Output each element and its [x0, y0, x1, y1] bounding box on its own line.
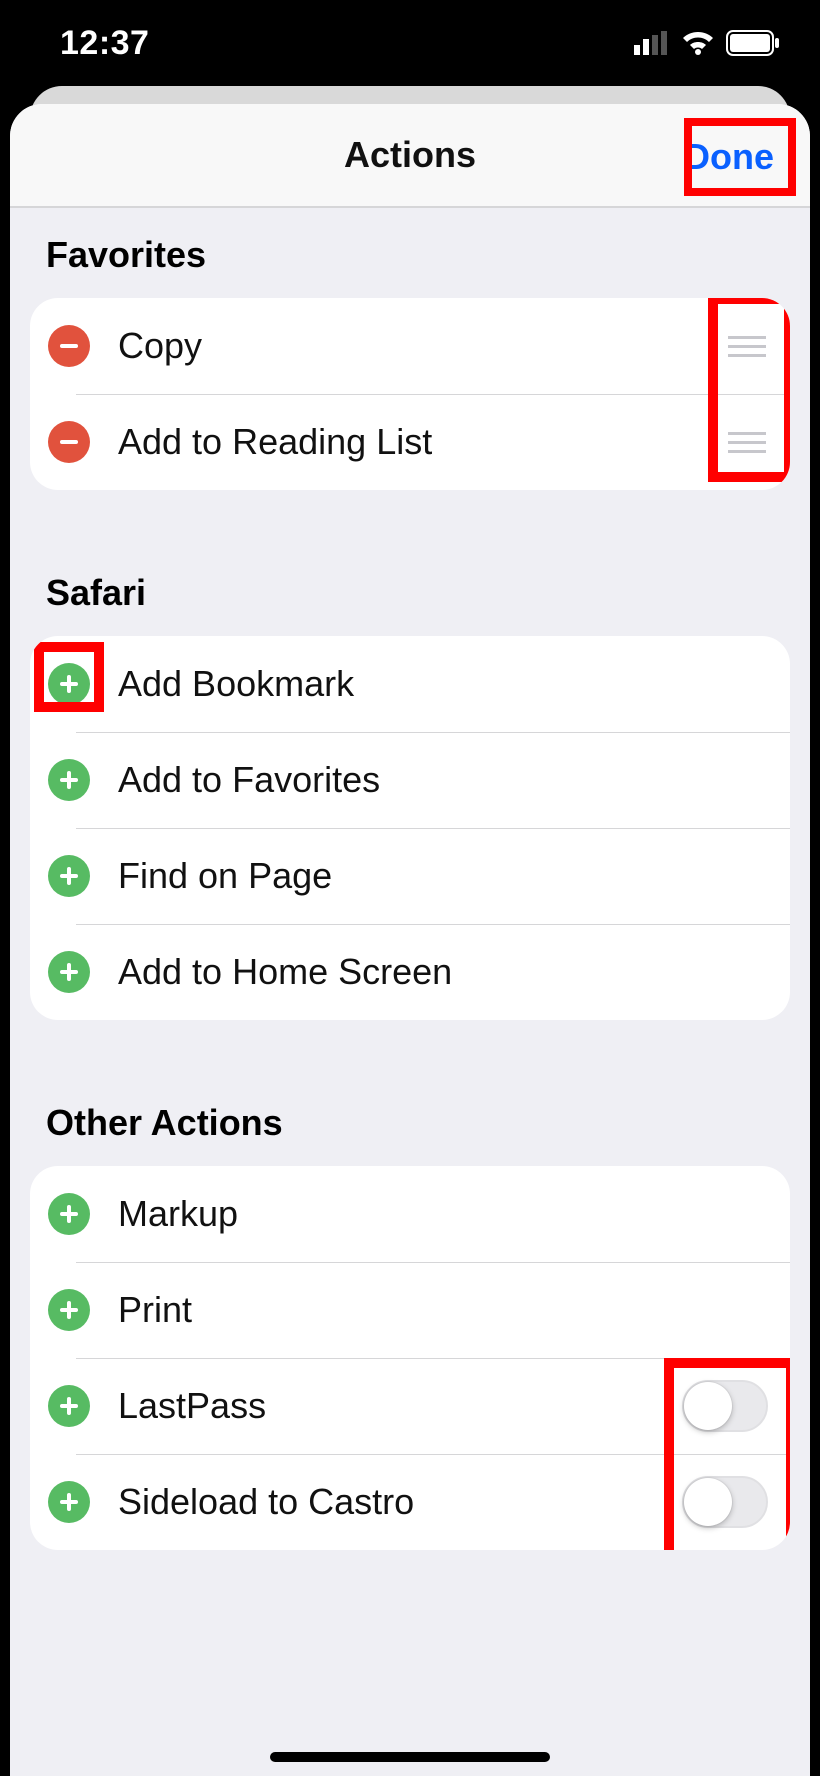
section-header-other: Other Actions — [10, 1076, 810, 1166]
group-favorites: Copy Add to Reading List — [30, 298, 790, 490]
row-label: Add to Reading List — [118, 421, 726, 463]
drag-handle-icon[interactable] — [726, 432, 768, 453]
add-icon[interactable] — [48, 951, 90, 993]
row-label: Add to Favorites — [118, 759, 768, 801]
add-icon[interactable] — [48, 663, 90, 705]
row-add-bookmark[interactable]: Add Bookmark — [30, 636, 790, 732]
add-icon[interactable] — [48, 855, 90, 897]
row-label: LastPass — [118, 1385, 682, 1427]
add-icon[interactable] — [48, 1481, 90, 1523]
group-other: Markup Print LastPass — [30, 1166, 790, 1550]
row-label: Markup — [118, 1193, 768, 1235]
add-icon[interactable] — [48, 759, 90, 801]
row-lastpass[interactable]: LastPass — [30, 1358, 790, 1454]
add-icon[interactable] — [48, 1193, 90, 1235]
remove-icon[interactable] — [48, 421, 90, 463]
status-time: 12:37 — [40, 24, 149, 63]
status-icons — [634, 30, 780, 56]
row-find-on-page[interactable]: Find on Page — [30, 828, 790, 924]
remove-icon[interactable] — [48, 325, 90, 367]
row-label: Copy — [118, 325, 726, 367]
section-header-favorites: Favorites — [10, 208, 810, 298]
toggle-lastpass[interactable] — [682, 1380, 768, 1432]
row-markup[interactable]: Markup — [30, 1166, 790, 1262]
row-label: Add to Home Screen — [118, 951, 768, 993]
drag-handle-icon[interactable] — [726, 336, 768, 357]
row-add-to-home-screen[interactable]: Add to Home Screen — [30, 924, 790, 1020]
row-label: Add Bookmark — [118, 663, 768, 705]
row-copy[interactable]: Copy — [30, 298, 790, 394]
page-title: Actions — [344, 134, 476, 176]
row-add-to-favorites[interactable]: Add to Favorites — [30, 732, 790, 828]
section-header-safari: Safari — [10, 546, 810, 636]
add-icon[interactable] — [48, 1289, 90, 1331]
row-label: Find on Page — [118, 855, 768, 897]
navbar: Actions Done — [10, 104, 810, 208]
add-icon[interactable] — [48, 1385, 90, 1427]
row-add-to-reading-list[interactable]: Add to Reading List — [30, 394, 790, 490]
highlight-done — [684, 118, 796, 196]
row-label: Sideload to Castro — [118, 1481, 682, 1523]
status-bar: 12:37 — [0, 0, 820, 86]
cellular-icon — [634, 31, 670, 55]
actions-sheet: Actions Done Favorites Copy Add to Readi… — [10, 104, 810, 1776]
toggle-sideload-castro[interactable] — [682, 1476, 768, 1528]
row-label: Print — [118, 1289, 768, 1331]
row-print[interactable]: Print — [30, 1262, 790, 1358]
battery-icon — [726, 30, 780, 56]
group-safari: Add Bookmark Add to Favorites Find on Pa… — [30, 636, 790, 1020]
home-indicator[interactable] — [270, 1752, 550, 1762]
content-scroll: Favorites Copy Add to Reading List — [10, 208, 810, 1670]
wifi-icon — [682, 31, 714, 55]
row-sideload-to-castro[interactable]: Sideload to Castro — [30, 1454, 790, 1550]
